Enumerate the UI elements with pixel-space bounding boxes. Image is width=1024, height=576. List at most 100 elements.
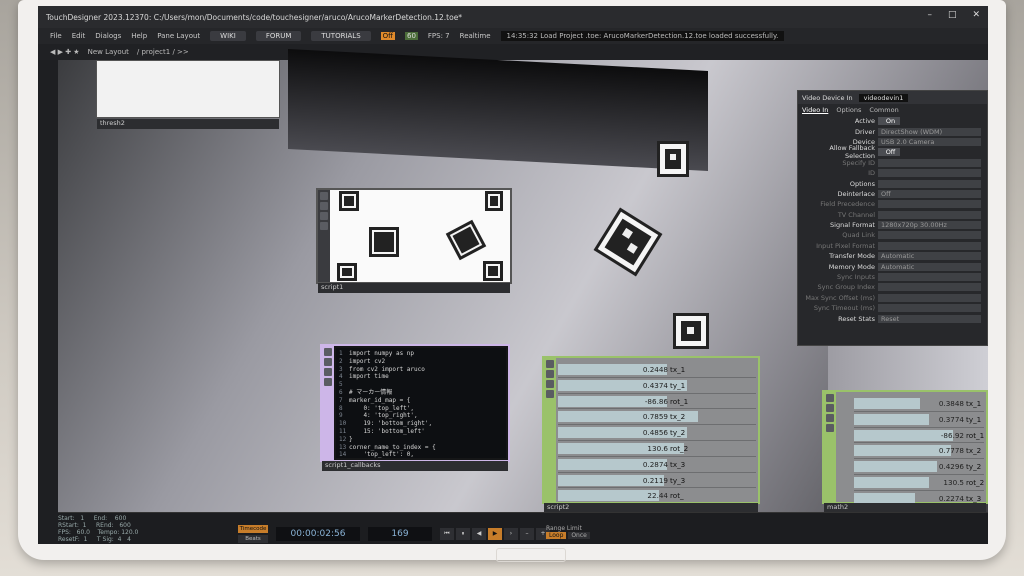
parameter-row: Specify ID — [798, 158, 987, 168]
network-path[interactable]: / project1 / >> — [137, 48, 189, 56]
play-button[interactable]: ▶ — [488, 528, 502, 540]
tab-video-in[interactable]: Video In — [802, 106, 828, 114]
value-cell: 0.3848 — [938, 399, 964, 408]
value-cell: 0.2274 — [938, 493, 964, 503]
range-loop-toggle[interactable]: Loop — [546, 532, 567, 539]
parameter-value[interactable] — [878, 241, 981, 250]
parameter-value[interactable] — [878, 169, 981, 178]
parameter-value[interactable] — [878, 293, 981, 302]
callbacks-node[interactable]: 1 import numpy as np 2 import cv2 3 from cv2 … — [320, 344, 510, 471]
parameter-value[interactable]: On — [878, 117, 900, 126]
node-toolbar — [322, 346, 334, 460]
value-cell: 130.5 — [943, 477, 964, 487]
menu-item-edit[interactable]: Edit — [72, 32, 86, 40]
parameter-value[interactable] — [878, 273, 981, 282]
parameter-value[interactable] — [878, 200, 981, 209]
parameter-label: Field Precedence — [820, 200, 875, 209]
channel-name: tx_1 — [670, 365, 686, 374]
close-icon[interactable]: ✕ — [972, 10, 980, 20]
parameter-value[interactable] — [878, 283, 981, 292]
channel-name: rot_1 — [966, 430, 985, 440]
code-text: 19: 'bottom_right', — [349, 420, 433, 428]
code-text: import cv2 — [349, 357, 386, 365]
parameter-value[interactable] — [878, 179, 981, 188]
current-time-display[interactable]: 00:00:02:56 — [276, 527, 360, 541]
parameter-value[interactable] — [878, 304, 981, 313]
fps-readout: FPS: 7 — [427, 32, 450, 40]
parameter-value[interactable]: Off — [878, 189, 981, 198]
tab-common[interactable]: Common — [869, 106, 898, 114]
channel-name: rot_2 — [670, 443, 689, 453]
script2-node[interactable]: 0.2448 tx_1 0.4374 ty_1 -86.86 rot_1 0.7859 tx_… — [542, 356, 760, 513]
wiki-button[interactable]: WIKI — [210, 31, 246, 41]
timecode-toggle[interactable]: Timecode — [238, 525, 268, 533]
parameter-value[interactable]: DirectShow (WDM) — [878, 127, 981, 136]
code-text: } — [349, 435, 353, 443]
value-cell: 0.2874 — [642, 459, 668, 469]
menu-item-file[interactable]: File — [50, 32, 62, 40]
forum-button[interactable]: FORUM — [255, 31, 302, 41]
parameter-label: Signal Format — [830, 221, 875, 230]
off-badge[interactable]: Off — [380, 32, 395, 40]
code-text: marker_id_map = { — [349, 396, 411, 404]
pause-button[interactable]: ⏸ — [456, 528, 470, 540]
step-forward-button[interactable]: › — [504, 528, 518, 540]
screen: TouchDesigner 2023.12370: C:/Users/mon/D… — [38, 6, 988, 544]
parameter-label: Driver — [854, 127, 875, 136]
parameter-label: Reset Stats — [838, 314, 875, 323]
aruco-marker — [369, 227, 399, 257]
math2-node[interactable]: 0.3848 tx_1 0.3774 ty_1 -86.92 rot_1 0.7778 tx_… — [822, 390, 988, 539]
maximize-icon[interactable]: □ — [948, 10, 957, 20]
tutorials-button[interactable]: TUTORIALS — [311, 31, 371, 41]
parameter-value[interactable]: Reset — [878, 314, 981, 323]
parameter-value[interactable]: Automatic — [878, 262, 981, 271]
line-number: 6 — [339, 388, 343, 396]
aruco-marker — [445, 219, 487, 261]
code-editor[interactable]: 1 import numpy as np 2 import cv2 3 from cv2 … — [336, 348, 506, 458]
minimize-icon[interactable]: – — [927, 10, 932, 20]
parameter-value[interactable] — [878, 158, 981, 167]
value-cell: 0.4374 — [642, 380, 668, 390]
parameter-label: Input Pixel Format — [816, 241, 875, 250]
range-once-toggle[interactable]: Once — [568, 532, 590, 539]
parameter-value[interactable]: 1280x720p 30.00Hz — [878, 221, 981, 230]
table-row: 130.6 rot_2 — [558, 441, 756, 457]
node-toolbar — [824, 392, 836, 502]
status-message: 14:35:32 Load Project .toe: ArucoMarkerD… — [500, 31, 785, 41]
parameter-row: Transfer Mode Automatic — [798, 251, 987, 261]
menu-item-help[interactable]: Help — [131, 32, 147, 40]
operator-name-field[interactable]: videodevin1 — [858, 93, 909, 102]
tab-options[interactable]: Options — [836, 106, 861, 114]
parameter-value[interactable]: Automatic — [878, 252, 981, 261]
parameter-value[interactable] — [878, 210, 981, 219]
pane-nav-icons[interactable]: ◀ ▶ ✚ ★ — [50, 48, 80, 56]
channel-name: ty_1 — [670, 380, 686, 390]
parameter-value[interactable] — [878, 231, 981, 240]
aruco-marker — [657, 141, 689, 177]
code-line: 13 corner_name_to_index = { — [339, 444, 503, 452]
realtime-toggle[interactable]: Realtime — [460, 32, 491, 40]
parameter-label: ID — [868, 169, 875, 178]
line-number: 10 — [339, 420, 347, 428]
fps-target-badge[interactable]: 60 — [404, 32, 418, 40]
value-cell: 0.2119 — [642, 475, 668, 485]
new-layout-button[interactable]: New Layout — [88, 48, 129, 56]
parameter-row: ID — [798, 168, 987, 178]
script1-node[interactable]: script1 — [316, 188, 512, 293]
code-line: 7 marker_id_map = { — [339, 397, 503, 405]
pane-layout-button[interactable]: Pane Layout — [157, 32, 200, 40]
rewind-button[interactable]: ⏮ — [440, 528, 454, 540]
thresh-node[interactable]: thresh2 — [96, 60, 280, 129]
parameter-value[interactable]: Off — [878, 148, 900, 157]
current-frame-field[interactable]: 169 — [368, 527, 432, 541]
parameter-value[interactable]: USB 2.0 Camera — [878, 137, 981, 146]
remove-button[interactable]: – — [520, 528, 534, 540]
beats-toggle[interactable]: Beats — [238, 535, 268, 543]
value-cell: 0.3774 — [938, 414, 964, 424]
code-line: 5 — [339, 381, 503, 389]
parameter-label: TV Channel — [837, 210, 875, 219]
menu-item-dialogs[interactable]: Dialogs — [95, 32, 121, 40]
aruco-marker — [337, 263, 357, 281]
line-number: 4 — [339, 373, 343, 381]
step-back-button[interactable]: ◀ — [472, 528, 486, 540]
